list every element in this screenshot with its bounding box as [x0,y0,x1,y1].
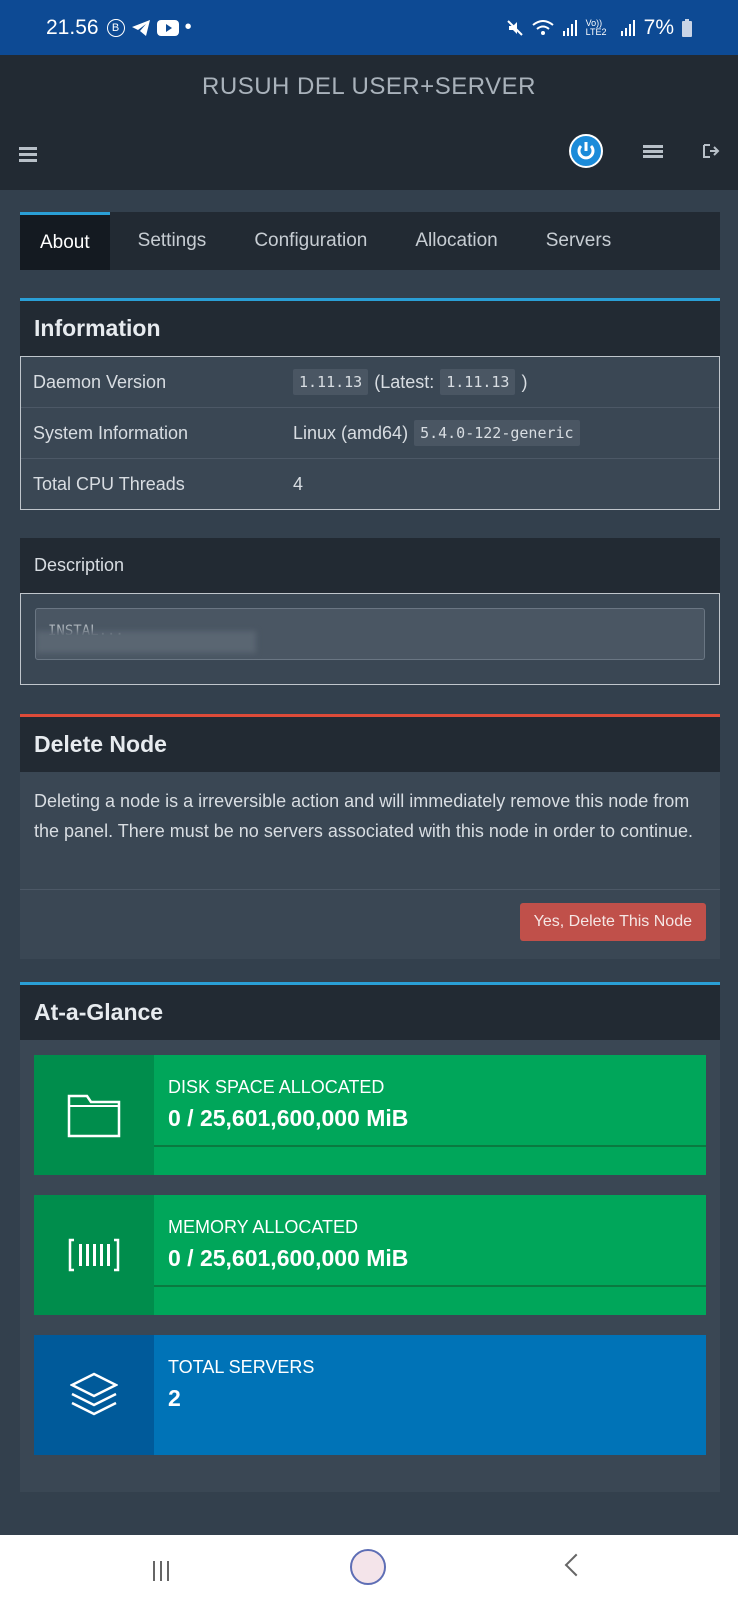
layers-icon [70,1372,118,1416]
tab-servers[interactable]: Servers [526,212,631,270]
latest-label: (Latest: [374,371,435,392]
cpu-threads-value: 4 [293,473,304,494]
memory-value: 0 / 25,601,600,000 MiB [168,1245,409,1271]
home-icon[interactable] [350,1549,386,1585]
redacted-blur [36,631,256,653]
description-field[interactable]: INSTAL... [35,608,705,660]
system-info-label: System Information [33,422,189,443]
delete-node-box: Delete Node Deleting a node is a irrever… [20,714,720,959]
notification-icons: B • [106,16,192,39]
disk-space-value: 0 / 25,601,600,000 MiB [168,1105,409,1131]
at-a-glance-title: At-a-Glance [20,985,720,1040]
app-header: RUSUH DEL USER+SERVER [0,55,738,190]
youtube-icon [156,19,179,36]
mute-icon [506,19,523,36]
disk-space-stat: DISK SPACE ALLOCATED 0 / 25,601,600,000 … [34,1055,706,1175]
telegram-icon [131,19,150,36]
total-servers-stat: TOTAL SERVERS 2 [34,1335,706,1455]
sign-out-icon[interactable] [702,143,720,161]
table-row: System Information Linux (amd64) 5.4.0-1… [21,408,719,459]
status-time: 21.56 [46,15,99,39]
recent-apps-icon[interactable] [153,1561,173,1581]
table-row: Daemon Version 1.11.13 (Latest: 1.11.13 … [21,357,719,408]
battery-icon [682,18,692,37]
more-dot-icon: • [184,16,192,38]
b-badge-icon: B [106,18,125,37]
cpu-threads-label: Total CPU Threads [33,473,185,494]
memory-progress [154,1285,706,1287]
folder-icon [67,1094,121,1138]
signal2-icon [620,19,635,36]
signal-icon [562,19,577,36]
system-os-value: Linux (amd64) [293,422,409,443]
memory-label: MEMORY ALLOCATED [168,1217,359,1237]
page-title: RUSUH DEL USER+SERVER [202,73,536,100]
description-title: Description [20,538,720,593]
kernel-version-value: 5.4.0-122-generic [414,420,580,446]
latest-version-value: 1.11.13 [440,369,516,395]
table-row: Total CPU Threads 4 [21,459,719,509]
delete-node-button[interactable]: Yes, Delete This Node [519,903,706,941]
total-servers-value: 2 [168,1385,181,1411]
tab-configuration[interactable]: Configuration [234,212,387,270]
servers-icon[interactable] [643,145,663,161]
tab-settings[interactable]: Settings [118,212,227,270]
disk-space-progress [154,1145,706,1147]
node-tabs: About Settings Configuration Allocation … [20,212,720,270]
memory-stat: MEMORY ALLOCATED 0 / 25,601,600,000 MiB [34,1195,706,1315]
tab-about[interactable]: About [20,212,110,270]
description-box: Description INSTAL... [20,538,720,685]
status-bar: 21.56 B • Vo)) LTE2 7% [0,0,738,55]
memory-icon [68,1238,120,1272]
wifi-icon [532,19,554,35]
information-box: Information Daemon Version 1.11.13 (Late… [20,298,720,510]
at-a-glance-box: At-a-Glance DISK SPACE ALLOCATED 0 / 25,… [20,982,720,1492]
daemon-version-value: 1.11.13 [293,369,369,395]
battery-level: 7% [643,15,674,39]
delete-node-title: Delete Node [20,717,720,772]
back-icon[interactable] [564,1553,588,1577]
daemon-version-label: Daemon Version [33,371,167,392]
disk-space-label: DISK SPACE ALLOCATED [168,1077,385,1097]
menu-toggle-icon[interactable] [19,147,37,162]
tab-allocation[interactable]: Allocation [395,212,517,270]
total-servers-label: TOTAL SERVERS [168,1357,315,1377]
information-title: Information [20,301,720,356]
closing-paren: ) [521,371,528,392]
lte-label: Vo)) LTE2 [585,17,607,37]
delete-node-text: Deleting a node is a irreversible action… [34,791,694,841]
system-nav-bar [0,1535,738,1600]
power-icon[interactable] [569,134,603,168]
information-table: Daemon Version 1.11.13 (Latest: 1.11.13 … [20,356,720,510]
